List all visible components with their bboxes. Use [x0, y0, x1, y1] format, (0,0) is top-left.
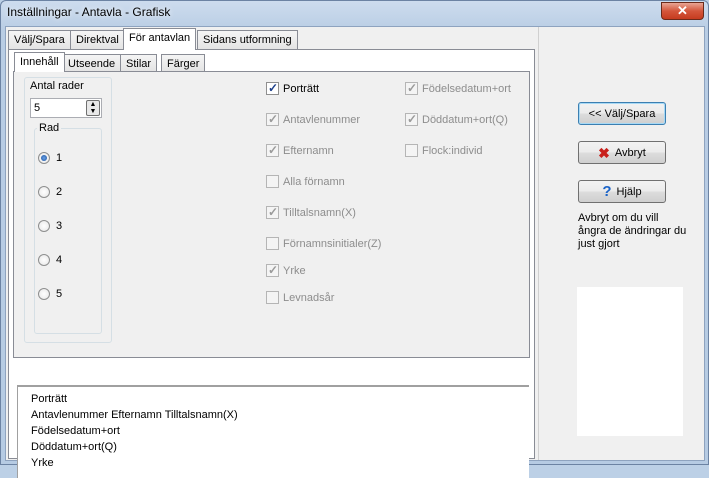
checkbox-box[interactable]	[266, 291, 279, 304]
radio-row-4[interactable]: 4	[38, 254, 62, 266]
checkbox-box[interactable]	[405, 144, 418, 157]
summary-line: Födelsedatum+ort	[31, 425, 120, 437]
radio-row-1[interactable]: 1	[38, 152, 62, 164]
checkbox-portratt[interactable]: Porträtt	[266, 81, 319, 95]
checkbox-levnadsar[interactable]: Levnadsår	[266, 291, 334, 304]
content-panel: Antal rader 5 ▲ ▼ Rad 1 2 3 4 5 ✓ Porträ…	[13, 71, 530, 358]
checkbox-box[interactable]	[266, 143, 279, 157]
subtab-utseende[interactable]: Utseende	[62, 54, 122, 72]
tab-for-antavlan[interactable]: För antavlan	[123, 28, 197, 50]
checkbox-fodelsedatum[interactable]: Födelsedatum+ort	[405, 81, 511, 95]
checkbox-box[interactable]	[405, 81, 418, 95]
title-bar[interactable]: Inställningar - Antavla - Grafisk ✕	[1, 1, 708, 23]
radio-5[interactable]	[38, 288, 50, 300]
checkbox-doddatum[interactable]: Döddatum+ort(Q)	[405, 112, 508, 126]
subtab-innehall[interactable]: Innehåll	[14, 52, 65, 72]
cancel-hint-text: Avbryt om du vill ångra de ändringar du …	[578, 212, 687, 250]
radio-label-4: 4	[56, 254, 63, 266]
checkbox-efternamn[interactable]: Efternamn	[266, 143, 334, 157]
radio-label-1: 1	[56, 152, 63, 164]
preview-area	[577, 287, 683, 436]
window-title: Inställningar - Antavla - Grafisk	[7, 5, 171, 19]
back-button-label: << Välj/Spara	[588, 107, 656, 120]
radio-label-2: 2	[56, 186, 63, 198]
help-button[interactable]: ? Hjälp	[578, 180, 666, 203]
checkbox-antavlenummer[interactable]: Antavlenummer	[266, 112, 360, 126]
right-pane: << Välj/Spara ✖ Avbryt ? Hjälp Avbryt om…	[538, 27, 704, 460]
checkbox-box[interactable]	[405, 112, 418, 126]
help-button-label: Hjälp	[616, 185, 642, 198]
tab-direktval[interactable]: Direktval	[70, 30, 125, 50]
checkbox-yrke[interactable]: Yrke	[266, 263, 306, 277]
rows-label: Antal rader	[30, 80, 84, 92]
tab-panel: Innehåll Utseende Stilar Färger Antal ra…	[8, 49, 535, 478]
summary-line: Döddatum+ort(Q)	[31, 441, 117, 453]
radio-row-5[interactable]: 5	[38, 288, 62, 300]
checkbox-box[interactable]	[266, 175, 279, 188]
rad-group-label: Rad	[37, 122, 62, 134]
tab-valj-spara[interactable]: Välj/Spara	[8, 30, 71, 50]
checkbox-tilltalsnamn[interactable]: Tilltalsnamn(X)	[266, 205, 356, 219]
dialog-window: Inställningar - Antavla - Grafisk ✕ Välj…	[0, 0, 709, 478]
rows-value: 5	[34, 102, 41, 114]
checkbox-box[interactable]	[266, 263, 279, 277]
client-area: Välj/Spara Direktval För antavlan Sidans…	[5, 26, 705, 478]
question-mark-icon: ?	[602, 182, 612, 200]
summary-list: Porträtt Antavlenummer Efternamn Tilltal…	[17, 385, 529, 478]
checkbox-flock-individ[interactable]: Flock:individ	[405, 144, 483, 157]
radio-row-2[interactable]: 2	[38, 186, 62, 198]
radio-1[interactable]	[38, 152, 50, 164]
radio-2[interactable]	[38, 186, 50, 198]
tab-sidans-utformning[interactable]: Sidans utformning	[197, 30, 298, 50]
radio-3[interactable]	[38, 220, 50, 232]
summary-line: Porträtt	[31, 393, 68, 405]
rows-stepper[interactable]: 5 ▲ ▼	[30, 98, 102, 118]
cancel-button-label: Avbryt	[614, 146, 646, 159]
checkbox-box[interactable]	[266, 237, 279, 250]
summary-line: Antavlenummer Efternamn Tilltalsnamn(X)	[31, 409, 238, 421]
radio-row-3[interactable]: 3	[38, 220, 62, 232]
red-x-icon: ✖	[598, 144, 610, 161]
subtab-farger[interactable]: Färger	[161, 54, 206, 72]
radio-label-5: 5	[56, 288, 63, 300]
back-to-valj-spara-button[interactable]: << Välj/Spara	[578, 102, 666, 125]
checkbox-box[interactable]	[266, 205, 279, 219]
radio-label-3: 3	[56, 220, 63, 232]
subtab-stilar[interactable]: Stilar	[120, 54, 158, 72]
checkbox-box[interactable]	[266, 81, 279, 95]
checkbox-fornamnsinitialer[interactable]: Förnamnsinitialer(Z)	[266, 237, 381, 250]
spin-arrows-icon[interactable]: ▲ ▼	[86, 100, 100, 116]
close-button[interactable]: ✕	[661, 2, 704, 20]
checkbox-alla-fornamn[interactable]: Alla förnamn	[266, 175, 345, 188]
cancel-button[interactable]: ✖ Avbryt	[578, 141, 666, 164]
radio-4[interactable]	[38, 254, 50, 266]
summary-line: Yrke	[31, 457, 54, 469]
checkbox-box[interactable]	[266, 112, 279, 126]
